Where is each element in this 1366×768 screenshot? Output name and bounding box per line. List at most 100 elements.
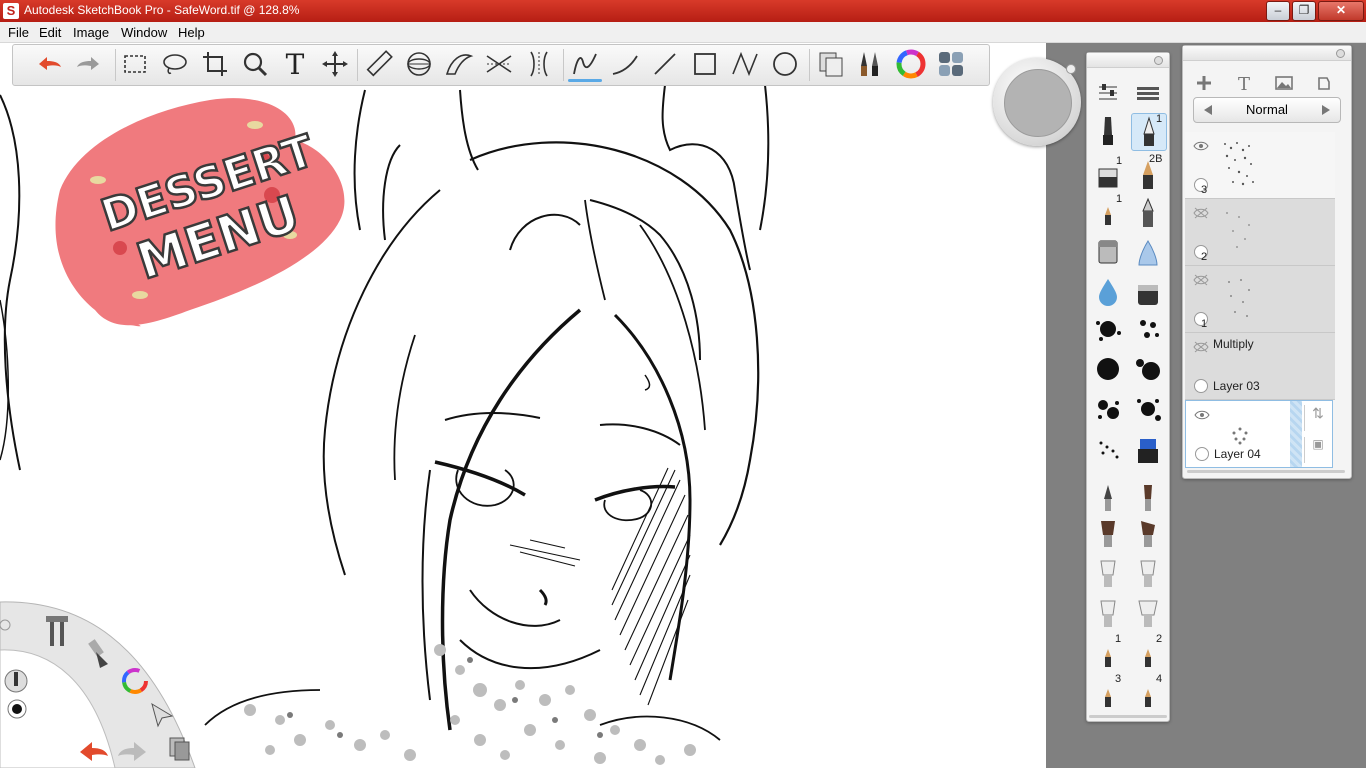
layer-select-radio[interactable] [1194, 379, 1208, 393]
redo-icon[interactable] [73, 48, 105, 80]
brush-size-label: 2 [1156, 633, 1163, 645]
french-curve-icon[interactable] [443, 48, 475, 80]
clear-layer-icon[interactable] [1313, 72, 1335, 94]
add-layer-icon[interactable] [1193, 72, 1215, 94]
polyline-icon[interactable] [729, 48, 761, 80]
lagoon-brush-size-icon[interactable] [4, 669, 28, 693]
brush-size-label: 1 [1115, 633, 1122, 645]
move-layer-icon[interactable]: ⇅ [1304, 405, 1331, 431]
palette-menu-icon[interactable] [1131, 75, 1165, 111]
menu-edit[interactable]: Edit [39, 25, 61, 40]
add-text-layer-icon[interactable]: T [1233, 72, 1255, 95]
eye-icon[interactable] [1194, 409, 1210, 421]
crop-icon[interactable] [199, 48, 231, 80]
fine-brush-icon[interactable] [1091, 479, 1125, 515]
layer-row-selected[interactable]: Layer 04 ⇅ ▣ [1185, 400, 1333, 468]
brush-size-label: 1 [1156, 113, 1163, 125]
straight-line-icon[interactable] [649, 48, 681, 80]
eye-hidden-icon[interactable] [1193, 207, 1209, 219]
flat-brush-icon[interactable] [1091, 515, 1125, 551]
paint-bucket-icon[interactable] [1091, 233, 1125, 269]
scatter-brush-icon[interactable] [1091, 391, 1125, 427]
symmetry-x-icon[interactable] [483, 48, 515, 80]
layer-thumbnail [1219, 205, 1259, 257]
layer-opacity-slider[interactable] [1290, 401, 1302, 467]
soft-brush-icon[interactable] [1091, 555, 1125, 591]
lagoon-radial-menu [0, 601, 196, 768]
layer-panel-bottom-handle[interactable] [1187, 470, 1345, 473]
layer-row[interactable]: 3 [1185, 132, 1335, 199]
blend-mode-selector[interactable]: Normal [1193, 97, 1341, 123]
curve-icon[interactable] [609, 48, 641, 80]
move-icon[interactable] [319, 48, 351, 80]
splash-brush-icon[interactable] [1131, 351, 1165, 387]
menu-help[interactable]: Help [178, 25, 205, 40]
water-drop-icon[interactable] [1091, 273, 1125, 309]
layer-panel-title-bar[interactable] [1183, 46, 1351, 61]
main-toolbar: T [12, 44, 990, 86]
wide-soft-brush-icon[interactable] [1131, 595, 1165, 631]
palette-close-dot[interactable] [1154, 56, 1163, 65]
layer-row[interactable]: 1 [1185, 266, 1335, 333]
lock-icon[interactable]: ▣ [1304, 437, 1331, 463]
eye-hidden-icon[interactable] [1193, 274, 1209, 286]
puck-handle[interactable] [1066, 64, 1076, 74]
layer-editor-icon[interactable] [935, 48, 967, 80]
eye-hidden-icon[interactable] [1193, 341, 1209, 353]
layer-row[interactable]: Multiply Layer 03 [1185, 333, 1335, 400]
brush-palette-icon[interactable] [855, 48, 887, 80]
angled-brush-icon[interactable] [1131, 515, 1165, 551]
lagoon-opacity-icon[interactable] [7, 699, 27, 719]
palette-title-bar[interactable] [1087, 53, 1169, 68]
menu-image[interactable]: Image [73, 25, 109, 40]
svg-text:T: T [1238, 74, 1250, 94]
eye-icon[interactable] [1193, 140, 1209, 152]
blue-marker-icon[interactable] [1131, 431, 1165, 467]
ellipse-guide-icon[interactable] [403, 48, 435, 80]
palette-bottom-handle[interactable] [1089, 715, 1167, 718]
lasso-select-icon[interactable] [159, 48, 191, 80]
window-title: Autodesk SketchBook Pro - SafeWord.tif @… [24, 3, 300, 17]
layer-panel-close-dot[interactable] [1336, 49, 1345, 58]
symmetry-y-icon[interactable] [523, 48, 555, 80]
layer-thumbnail [1219, 138, 1259, 190]
round-brush-icon[interactable] [1131, 479, 1165, 515]
marker-brush-icon[interactable] [1091, 113, 1125, 149]
rectangle-icon[interactable] [689, 48, 721, 80]
layer-blend-mode: Multiply [1213, 337, 1254, 351]
blend-next-icon[interactable] [1322, 105, 1330, 115]
ruler-icon[interactable] [363, 48, 395, 80]
color-wheel-icon[interactable] [895, 48, 927, 80]
airbrush-icon[interactable] [1131, 235, 1165, 271]
brush-properties-icon[interactable] [1091, 75, 1125, 111]
menu-file[interactable]: File [8, 25, 29, 40]
current-color-swatch[interactable] [1004, 69, 1072, 137]
freehand-line-icon[interactable] [569, 48, 601, 80]
smudge-brush-icon[interactable] [1131, 555, 1165, 591]
close-button[interactable]: ✕ [1318, 1, 1364, 21]
rect-select-icon[interactable] [119, 48, 151, 80]
menu-window[interactable]: Window [121, 25, 167, 40]
layer-number: 3 [1201, 184, 1208, 196]
dots-brush-icon[interactable] [1091, 431, 1125, 467]
circle-icon[interactable] [769, 48, 801, 80]
app-icon: S [3, 3, 19, 19]
fountain-pen-icon[interactable] [1131, 195, 1165, 231]
layer-number: 2 [1201, 251, 1208, 263]
minimize-button[interactable]: – [1266, 1, 1290, 21]
splat-brush-icon[interactable] [1131, 391, 1165, 427]
layer-select-radio[interactable] [1195, 447, 1209, 461]
splatter-brush-icon[interactable] [1091, 311, 1125, 347]
maximize-button[interactable]: ❐ [1292, 1, 1316, 21]
undo-icon[interactable] [33, 48, 65, 80]
chisel-marker-icon[interactable] [1131, 275, 1165, 311]
add-image-icon[interactable] [1273, 72, 1295, 94]
spray-dots-icon[interactable] [1131, 311, 1165, 347]
layer-row[interactable]: 2 [1185, 199, 1335, 266]
text-icon[interactable]: T [279, 48, 311, 81]
menu-bar: File Edit Image Window Help [0, 22, 1366, 43]
copy-paste-icon[interactable] [815, 48, 847, 80]
zoom-icon[interactable] [239, 48, 271, 80]
blender-brush-icon[interactable] [1091, 595, 1125, 631]
ink-blot-brush-icon[interactable] [1091, 351, 1125, 387]
